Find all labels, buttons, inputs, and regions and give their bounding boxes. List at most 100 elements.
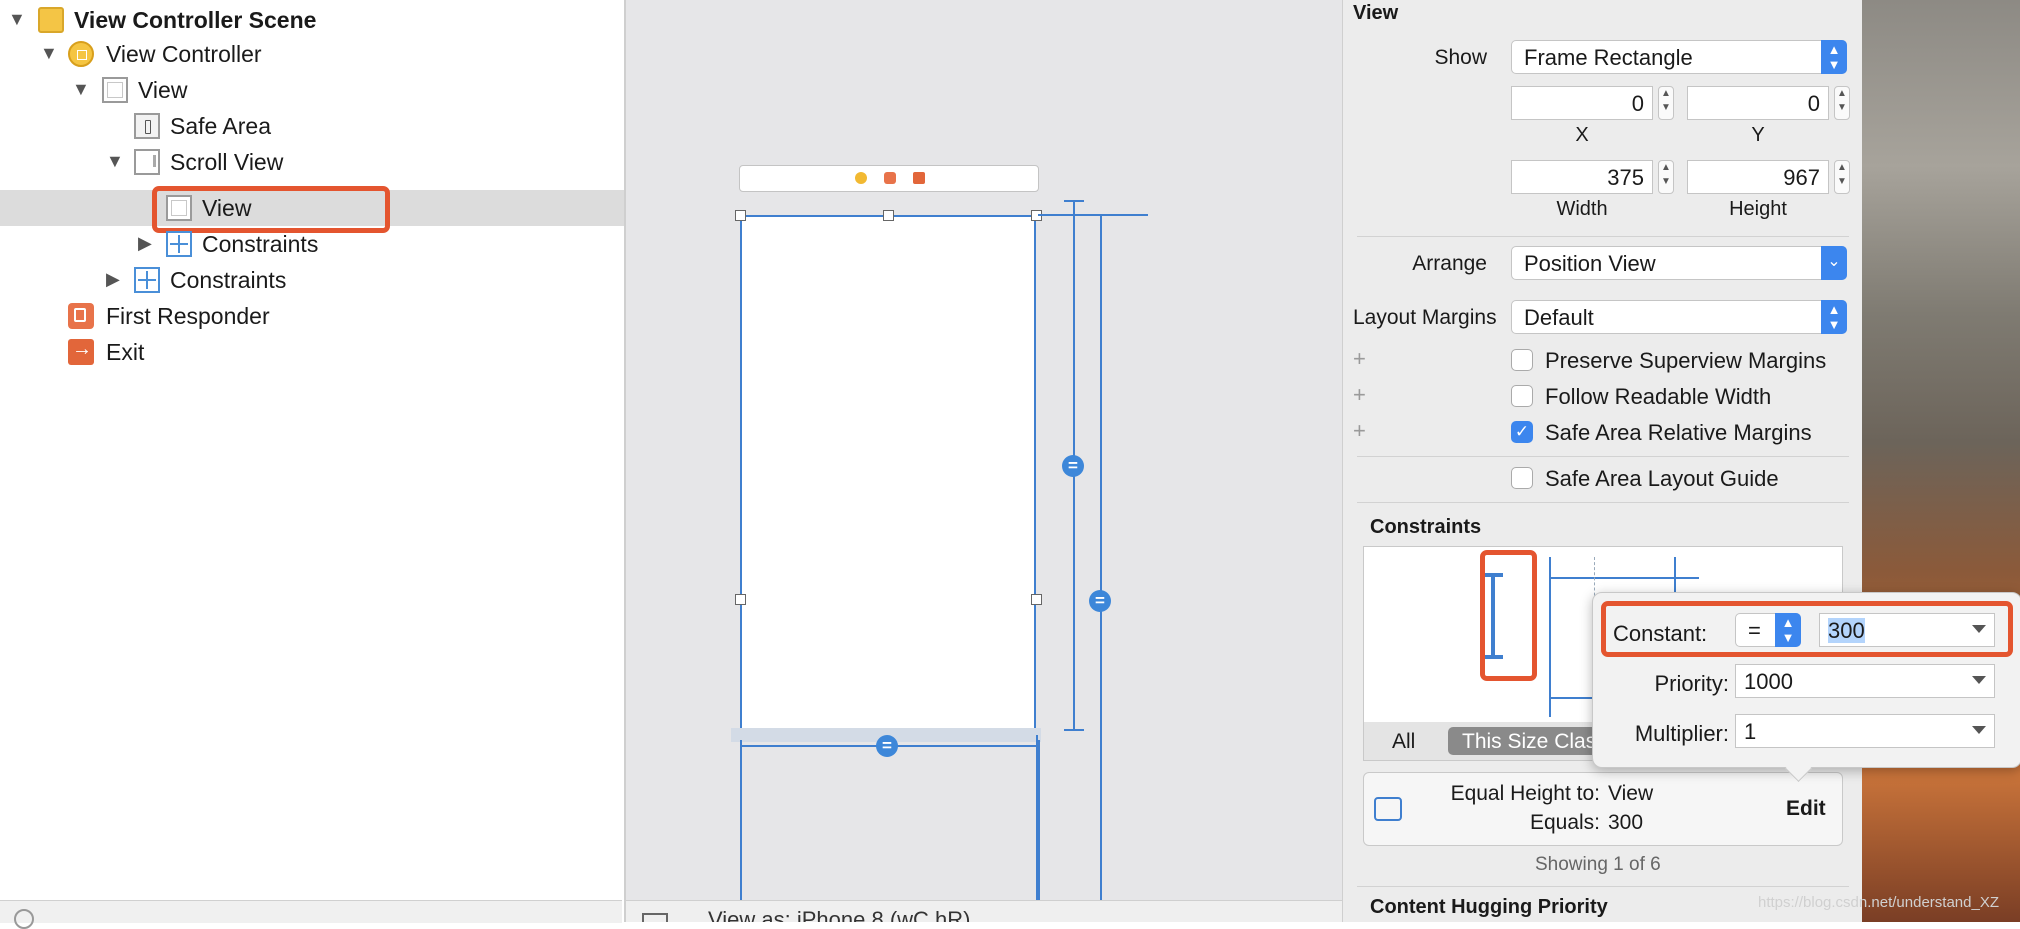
y-field[interactable]: 0 [1687,86,1829,120]
highlight-box [1480,550,1537,681]
width-field[interactable]: 375 [1511,160,1653,194]
show-label: Show [1434,46,1487,69]
safe-area-layout-guide-checkbox[interactable] [1511,467,1533,489]
equal-constraint-icon[interactable]: = [1062,455,1084,477]
exit-icon[interactable] [913,172,925,184]
dropdown-arrow-icon[interactable] [1972,676,1986,684]
plus-icon[interactable]: + [1353,346,1366,372]
watermark: https://blog.csdn.net/understand_XZ [1758,894,1999,911]
show-popup[interactable]: Frame Rectangle ▲ ▼ [1511,40,1847,74]
divider [1357,456,1849,457]
content-hugging-title: Content Hugging Priority [1370,896,1608,918]
outline-row-view-controller[interactable]: ▼ View Controller [0,36,624,72]
priority-field[interactable]: 1000 [1735,664,1995,698]
priority-value: 1000 [1744,669,1793,694]
constraint-edit-popover[interactable]: Constant: = ▲ ▼ 300 Priority: 1000 Multip… [1592,592,2020,782]
inspector-title: View [1353,2,1399,24]
safe-area-icon [134,113,160,139]
arrange-popup[interactable]: Position View ⌄ [1511,246,1847,280]
constraint-line [1674,557,1676,597]
outline-row-exit[interactable]: Exit [0,334,624,370]
constraint-line[interactable] [1038,214,1148,216]
equal-height-icon [1374,797,1402,821]
height-stepper[interactable]: ▲ ▼ [1834,160,1850,194]
follow-readable-width-label: Follow Readable Width [1545,384,1772,409]
outline-label: Exit [106,339,145,365]
constraint-line [1549,557,1551,717]
outline-row-first-responder[interactable]: First Responder [0,298,624,334]
x-stepper[interactable]: ▲ ▼ [1658,86,1674,120]
resize-handle[interactable] [735,210,746,221]
filter-icon [14,909,34,929]
preserve-superview-margins-label: Preserve Superview Margins [1545,348,1827,373]
outline-label: View Controller Scene [74,7,317,33]
tab-all[interactable]: All [1392,730,1415,754]
outline-row-scroll-view[interactable]: ▼ Scroll View [0,144,624,180]
chevron-updown-icon: ▲ ▼ [1821,40,1847,74]
showing-count: Showing 1 of 6 [1535,854,1661,875]
filter-bar[interactable] [0,900,622,929]
y-stepper[interactable]: ▲ ▼ [1834,86,1850,120]
outline-row-safe-area[interactable]: Safe Area [0,108,624,144]
dropdown-arrow-icon[interactable] [1972,726,1986,734]
width-label: Width [1556,198,1608,220]
size-inspector: View Show Frame Rectangle ▲ ▼ 0 ▲ ▼ 0 ▲ ▼ X… [1342,0,1863,922]
canvas-bottom-bar: View as: iPhone 8 (wC hR) [626,900,1342,922]
disclosure-triangle-icon[interactable]: ▼ [40,43,58,64]
edit-button[interactable]: Edit [1786,797,1826,821]
divider [1357,236,1849,237]
resize-handle[interactable] [883,210,894,221]
constraint-line [1549,577,1699,579]
height-field[interactable]: 967 [1687,160,1829,194]
outline-label: Scroll View [170,149,284,175]
disclosure-triangle-icon[interactable]: ▶ [106,269,120,290]
multiplier-field[interactable]: 1 [1735,714,1995,748]
height-label: Height [1729,198,1787,220]
constraint-line[interactable] [1100,214,1102,900]
layout-margins-label: Layout Margins [1353,306,1497,329]
storyboard-canvas[interactable]: = = = View as: iPhone 8 (wC hR) [626,0,1342,922]
plus-icon[interactable]: + [1353,382,1366,408]
equal-constraint-icon[interactable]: = [876,735,898,757]
first-responder-icon[interactable] [884,172,896,184]
constraints-icon [134,267,160,293]
equals-label: Equals: [1529,811,1600,834]
desktop-wallpaper [1862,0,2020,922]
x-field[interactable]: 0 [1511,86,1653,120]
arrange-label: Arrange [1412,252,1487,275]
resize-handle[interactable] [735,594,746,605]
layout-margins-value: Default [1524,305,1594,330]
view-controller-icon [68,41,94,67]
preserve-superview-margins-checkbox[interactable] [1511,349,1533,371]
disclosure-triangle-icon[interactable]: ▶ [138,233,152,254]
constraints-title: Constraints [1370,516,1482,538]
constraint-entry[interactable]: Equal Height to: View Equals: 300 Edit [1363,772,1843,846]
device-config-label[interactable]: View as: iPhone 8 (wC hR) [708,907,971,922]
document-outline: ▼ View Controller Scene ▼ View Controlle… [0,0,626,929]
layout-margins-popup[interactable]: Default ▲ ▼ [1511,300,1847,334]
safe-area-relative-margins-checkbox[interactable]: ✓ [1511,421,1533,443]
disclosure-triangle-icon[interactable]: ▼ [8,9,26,30]
outline-row-root-view[interactable]: ▼ View [0,72,624,108]
outline-row-inner-constraints[interactable]: ▶ Constraints [0,226,624,262]
arrange-popup-value: Position View [1524,251,1656,276]
sidebar-toggle-icon[interactable] [642,913,668,922]
priority-label: Priority: [1654,671,1729,696]
outline-row-scene[interactable]: ▼ View Controller Scene [0,2,624,38]
disclosure-triangle-icon[interactable]: ▼ [106,151,124,172]
resize-handle[interactable] [1031,594,1042,605]
view-controller-icon[interactable] [855,172,867,184]
content-view[interactable] [740,215,1036,730]
plus-icon[interactable]: + [1353,418,1366,444]
follow-readable-width-checkbox[interactable] [1511,385,1533,407]
outline-label: Constraints [202,231,319,257]
chevron-updown-icon: ▲ ▼ [1821,300,1847,334]
outline-row-constraints[interactable]: ▶ Constraints [0,262,624,298]
outline-label: Constraints [170,267,287,293]
equal-constraint-icon[interactable]: = [1089,590,1111,612]
scene-dock[interactable] [739,165,1039,192]
disclosure-triangle-icon[interactable]: ▼ [72,79,90,100]
y-label: Y [1751,124,1765,146]
equal-height-target: View [1608,782,1654,805]
width-stepper[interactable]: ▲ ▼ [1658,160,1674,194]
